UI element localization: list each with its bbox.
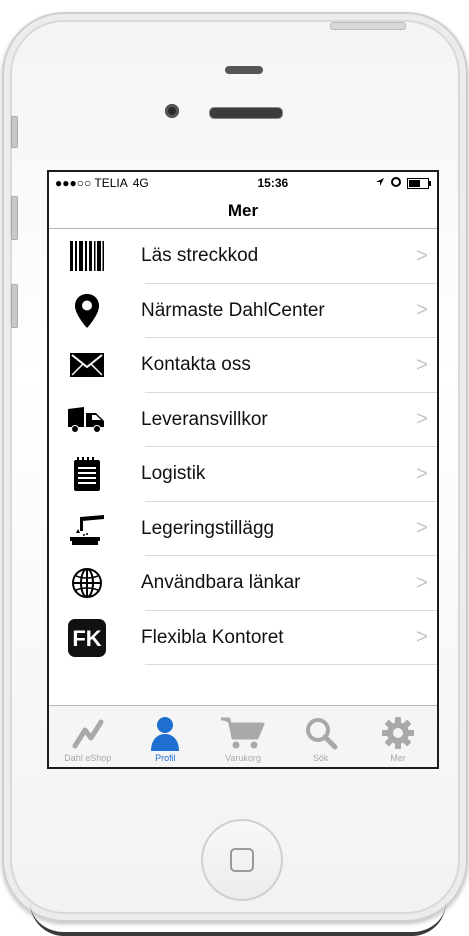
app-screen: ●●●○○ TELIA 4G 15:36 Mer Läs streckkod >… (47, 170, 439, 769)
person-icon (148, 715, 182, 751)
power-button (330, 22, 406, 30)
tab-profil[interactable]: Profil (127, 715, 203, 763)
envelope-icon (57, 353, 117, 378)
chevron-right-icon: > (416, 244, 428, 267)
tab-dahl-eshop[interactable]: Dahl eShop (50, 715, 126, 763)
chevron-right-icon: > (416, 571, 428, 594)
battery-icon (406, 177, 431, 189)
home-square-icon (230, 848, 254, 872)
menu-list: Läs streckkod > Närmaste DahlCenter > Ko… (49, 229, 437, 665)
tab-label: Sök (312, 753, 329, 763)
notepad-icon (57, 457, 117, 492)
volume-down-button (11, 284, 18, 328)
status-bar: ●●●○○ TELIA 4G 15:36 (49, 172, 437, 194)
mute-switch (11, 116, 18, 148)
location-pin-icon (57, 293, 117, 328)
phone-edge (30, 902, 446, 936)
tab-sok[interactable]: Sök (283, 715, 359, 763)
menu-item-nearest-center[interactable]: Närmaste DahlCenter > (49, 284, 437, 339)
carrier-label: ●●●○○ TELIA (55, 176, 128, 190)
cart-icon (220, 715, 265, 751)
menu-item-alloy-surcharge[interactable]: Legeringstillägg > (49, 502, 437, 557)
tab-label: Dahl eShop (64, 753, 112, 763)
menu-item-useful-links[interactable]: Användbara länkar > (49, 556, 437, 611)
menu-item-label: Användbara länkar (141, 572, 301, 594)
menu-item-label: Läs streckkod (141, 245, 259, 267)
fk-logo-text: FK (72, 626, 101, 651)
menu-item-label: Leveransvillkor (141, 408, 268, 430)
globe-icon (57, 567, 117, 599)
tab-label: Varukorg (225, 753, 261, 763)
menu-item-barcode[interactable]: Läs streckkod > (49, 229, 437, 284)
tab-label: Profil (155, 753, 176, 763)
page-title: Mer (227, 201, 259, 220)
network-label: 4G (132, 176, 149, 190)
battery-level (408, 179, 420, 187)
menu-item-flexible-office[interactable]: FK Flexibla Kontoret > (49, 611, 437, 666)
menu-item-label: Kontakta oss (141, 354, 251, 376)
fk-logo-icon: FK (57, 618, 117, 657)
front-camera (165, 104, 179, 118)
chevron-right-icon: > (416, 353, 428, 376)
chevron-right-icon: > (416, 408, 428, 431)
status-time: 15:36 (257, 176, 289, 190)
tab-mer[interactable]: Mer (360, 715, 436, 763)
menu-item-contact[interactable]: Kontakta oss > (49, 338, 437, 393)
menu-item-label: Flexibla Kontoret (141, 626, 284, 648)
chevron-right-icon: > (416, 517, 428, 540)
tab-label: Mer (390, 753, 406, 763)
menu-item-delivery-terms[interactable]: Leveransvillkor > (49, 393, 437, 448)
volume-up-button (11, 196, 18, 240)
home-button[interactable] (201, 819, 283, 901)
menu-item-logistics[interactable]: Logistik > (49, 447, 437, 502)
location-arrow-icon (375, 176, 385, 190)
truck-icon (57, 406, 117, 433)
chevron-right-icon: > (416, 299, 428, 322)
menu-item-label: Närmaste DahlCenter (141, 299, 325, 321)
tab-bar: Dahl eShop Profil Varukorg Sök Mer (49, 705, 437, 767)
tab-varukorg[interactable]: Varukorg (205, 715, 281, 763)
search-icon (304, 715, 338, 751)
furnace-icon (57, 513, 117, 545)
menu-item-label: Logistik (141, 463, 206, 485)
barcode-icon (57, 241, 117, 272)
chevron-right-icon: > (416, 626, 428, 649)
eshop-icon (71, 715, 105, 751)
menu-item-label: Legeringstillägg (141, 517, 275, 539)
sensor (225, 66, 263, 74)
chevron-right-icon: > (416, 462, 428, 485)
earpiece-speaker (209, 107, 283, 119)
nav-bar: Mer (49, 194, 437, 229)
alarm-icon (390, 176, 401, 190)
gear-icon (381, 715, 415, 751)
